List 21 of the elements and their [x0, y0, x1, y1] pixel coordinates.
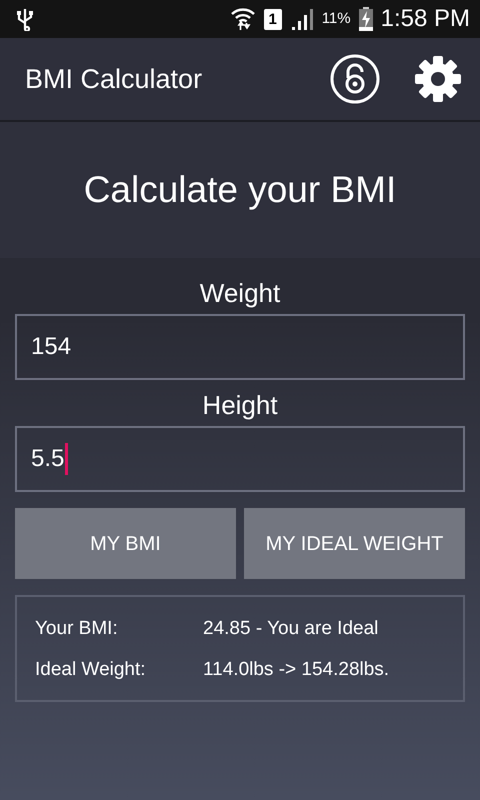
- input-field[interactable]: 5.5: [15, 426, 465, 492]
- section-heading: Calculate your BMI: [84, 168, 396, 212]
- result-value: 24.85 - You are Ideal: [203, 617, 378, 641]
- input-field[interactable]: 154: [15, 314, 465, 380]
- usb-icon: [16, 7, 34, 31]
- result-label: Ideal Weight:: [35, 658, 147, 682]
- field-label: Height: [201, 389, 279, 422]
- battery-percent: 11%: [322, 8, 351, 29]
- signal-icon: [290, 8, 314, 30]
- clock-time: 1:58 PM: [380, 4, 470, 34]
- app-title: BMI Calculator: [25, 62, 204, 96]
- result-value: 114.0lbs -> 154.28lbs.: [203, 658, 390, 682]
- wifi-icon: [230, 6, 256, 32]
- sim-icon: 1: [264, 8, 282, 30]
- battery-icon: [358, 7, 373, 31]
- settings-icon[interactable]: [414, 55, 462, 103]
- result-label: Your BMI:: [35, 617, 119, 641]
- action-button[interactable]: MY BMI: [15, 508, 236, 579]
- action-button[interactable]: MY IDEAL WEIGHT: [244, 508, 465, 579]
- field-label: Weight: [198, 277, 282, 310]
- lock-icon[interactable]: [330, 54, 380, 104]
